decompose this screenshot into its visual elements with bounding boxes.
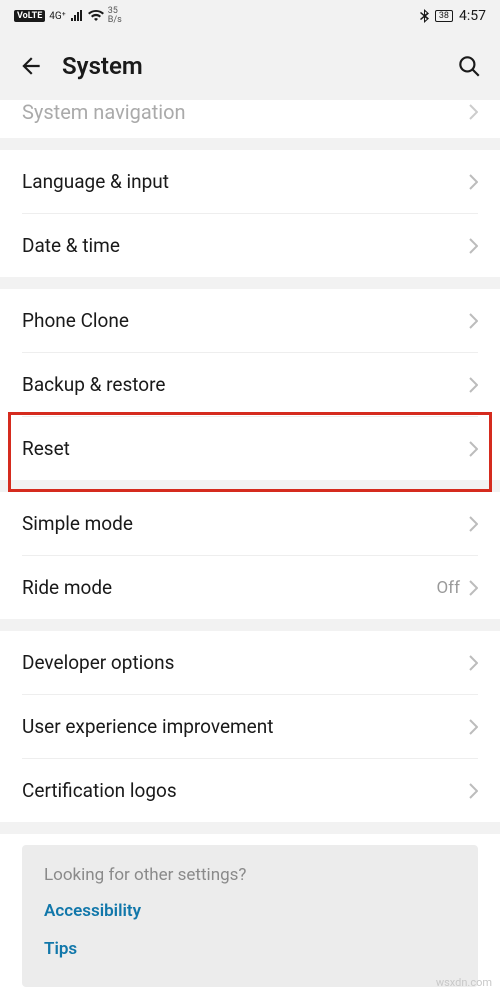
item-label: Ride mode [22,576,112,599]
bluetooth-icon [420,9,429,23]
settings-item-language-input[interactable]: Language & input [0,150,500,213]
chevron-right-icon [468,313,478,329]
settings-group: Simple mode Ride mode Off [0,492,500,619]
item-label: Phone Clone [22,309,129,332]
settings-item-developer-options[interactable]: Developer options [0,631,500,694]
status-time: 4:57 [459,8,486,24]
item-label: Certification logos [22,779,177,802]
back-icon[interactable] [18,53,44,79]
chevron-right-icon [468,377,478,393]
item-label: Language & input [22,170,169,193]
item-label: Developer options [22,651,174,674]
network-indicator: 4G⁺ [49,11,65,22]
item-value: Off [436,578,460,598]
chevron-right-icon [468,655,478,671]
page-title: System [62,52,143,80]
chevron-right-icon [468,516,478,532]
chevron-right-icon [468,783,478,799]
battery-indicator: 38 [435,10,453,22]
chevron-right-icon [468,441,478,457]
tips-title: Looking for other settings? [44,865,456,885]
settings-item-certification-logos[interactable]: Certification logos [0,759,500,822]
watermark: wsxdn.com [436,976,492,989]
item-label: Backup & restore [22,373,165,396]
chevron-right-icon [468,104,478,120]
settings-item-date-time[interactable]: Date & time [0,214,500,277]
wifi-icon [88,10,104,22]
chevron-right-icon [468,580,478,596]
settings-group: Phone Clone Backup & restore Reset [0,289,500,480]
settings-item-phone-clone[interactable]: Phone Clone [0,289,500,352]
item-label: System navigation [22,100,186,124]
item-label: Reset [22,437,70,460]
settings-item-backup-restore[interactable]: Backup & restore [0,353,500,416]
tips-box: Looking for other settings? Accessibilit… [22,845,478,987]
chevron-right-icon [468,174,478,190]
settings-group: Developer options User experience improv… [0,631,500,822]
settings-group: Language & input Date & time [0,150,500,277]
settings-item-ride-mode[interactable]: Ride mode Off [0,556,500,619]
chevron-right-icon [468,719,478,735]
chevron-right-icon [468,238,478,254]
volte-badge: VoLTE [14,10,45,22]
tips-link-tips[interactable]: Tips [44,939,456,959]
settings-group: System navigation [0,100,500,138]
settings-content: System navigation Language & input Date … [0,100,500,1007]
signal-icon [70,10,84,22]
settings-item-reset[interactable]: Reset [0,417,500,480]
item-label: User experience improvement [22,715,273,738]
tips-link-accessibility[interactable]: Accessibility [44,901,456,921]
network-speed: 35 B/s [108,7,122,25]
status-bar: VoLTE 4G⁺ 35 B/s 38 4:57 [0,0,500,32]
app-header: System [0,32,500,100]
settings-item-simple-mode[interactable]: Simple mode [0,492,500,555]
search-icon[interactable] [456,53,482,79]
settings-item-user-experience[interactable]: User experience improvement [0,695,500,758]
item-label: Date & time [22,234,120,257]
item-label: Simple mode [22,512,133,535]
settings-item-system-navigation[interactable]: System navigation [0,100,500,138]
